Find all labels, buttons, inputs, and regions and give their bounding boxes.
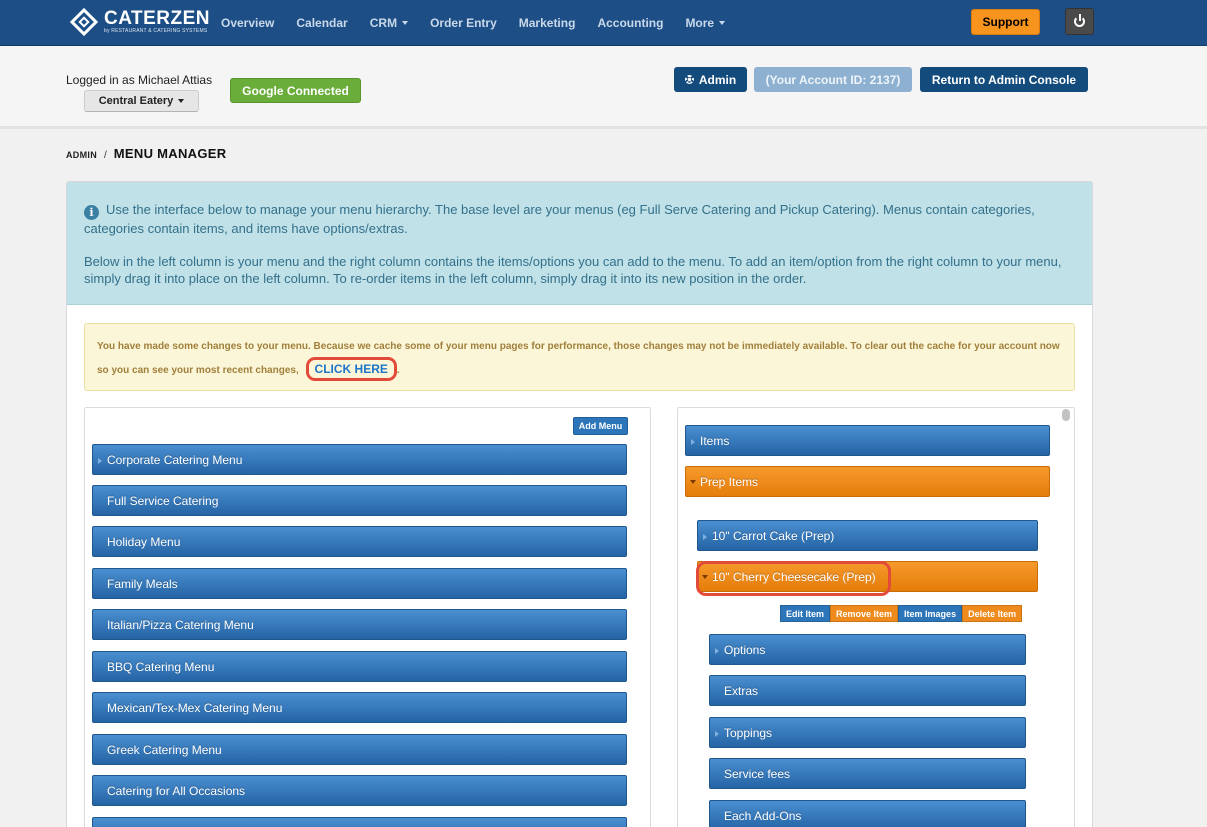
highlight-annotation: [696, 561, 891, 596]
menu-item[interactable]: Full Service Catering: [92, 485, 627, 516]
item-action-toolbar: Edit Item Remove Item Item Images Delete…: [780, 605, 1023, 622]
caret-down-icon: [402, 20, 409, 25]
expand-arrow-icon: [715, 648, 719, 654]
nav-overview[interactable]: Overview: [210, 16, 285, 30]
prep-item-carrot-cake[interactable]: 10" Carrot Cake (Prep): [697, 520, 1038, 551]
nav-order-entry[interactable]: Order Entry: [419, 16, 508, 30]
expand-arrow-icon: [98, 458, 102, 464]
cache-warning: You have made some changes to your menu.…: [84, 323, 1075, 391]
admin-button[interactable]: Admin: [674, 67, 747, 92]
sub-group-extras[interactable]: Extras: [709, 675, 1026, 706]
menu-item[interactable]: Holiday Menu: [92, 526, 627, 557]
menu-item[interactable]: Family Meals: [92, 568, 627, 599]
breadcrumb: ADMIN / MENU MANAGER: [66, 146, 226, 161]
remove-item-button[interactable]: Remove Item: [830, 605, 899, 622]
nav-marketing[interactable]: Marketing: [508, 16, 587, 30]
support-button[interactable]: Support: [971, 9, 1040, 35]
caterzen-logo[interactable]: CATERZEN by RESTAURANT & CATERING SYSTEM…: [69, 7, 211, 37]
items-library-column: Items Prep Items 10" Carrot Cake (Prep) …: [677, 407, 1075, 827]
logged-in-text: Logged in as Michael Attias: [66, 73, 213, 87]
edit-item-button[interactable]: Edit Item: [780, 605, 831, 622]
menu-item[interactable]: Italian/Pizza Catering Menu: [92, 609, 627, 640]
sub-group-toppings[interactable]: Toppings: [709, 717, 1026, 748]
logout-button[interactable]: [1065, 8, 1094, 35]
google-connected-button[interactable]: Google Connected: [230, 78, 361, 103]
account-header: Logged in as Michael Attias Central Eate…: [0, 46, 1207, 129]
nav-crm[interactable]: CRM: [359, 16, 419, 30]
items-scrollbar[interactable]: [1060, 407, 1072, 827]
menu-item[interactable]: Greek Catering Menu: [92, 734, 627, 765]
item-images-button[interactable]: Item Images: [898, 605, 963, 622]
info-icon: i: [84, 205, 99, 220]
logo-name: CATERZEN: [104, 8, 211, 29]
expand-arrow-icon: [715, 731, 719, 737]
nav-more[interactable]: More: [674, 16, 736, 30]
sub-group-options[interactable]: Options: [709, 634, 1026, 665]
caret-down-icon: [178, 99, 185, 103]
add-menu-button[interactable]: Add Menu: [573, 417, 628, 435]
sub-group-each-add-ons[interactable]: Each Add-Ons: [709, 800, 1026, 827]
menu-item[interactable]: Corporate Catering Menu: [92, 444, 627, 475]
items-group[interactable]: Items: [685, 425, 1050, 456]
cache-warning-text: You have made some changes to your menu.…: [97, 341, 1060, 376]
expand-arrow-icon: [703, 534, 707, 540]
menu-item[interactable]: Mexican/Tex-Mex Catering Menu: [92, 692, 627, 723]
sub-group-service-fees[interactable]: Service fees: [709, 758, 1026, 789]
gear-icon: [684, 75, 694, 84]
clear-cache-link[interactable]: CLICK HERE: [305, 357, 397, 381]
main-nav: Overview Calendar CRM Order Entry Market…: [210, 0, 736, 45]
page-title: MENU MANAGER: [113, 146, 227, 161]
expand-arrow-icon: [691, 439, 695, 445]
logo-subtitle: by RESTAURANT & CATERING SYSTEMS: [104, 28, 208, 34]
caret-down-icon: [719, 20, 726, 25]
menu-item[interactable]: [92, 817, 627, 827]
menu-item[interactable]: BBQ Catering Menu: [92, 651, 627, 682]
collapse-arrow-icon: [690, 480, 696, 484]
info-paragraph-2: Below in the left column is your menu an…: [84, 254, 1062, 286]
breadcrumb-separator: /: [104, 150, 107, 161]
menu-manager-panel: i Use the interface below to manage your …: [66, 181, 1093, 827]
scroll-thumb[interactable]: [1062, 409, 1070, 421]
menu-item[interactable]: Catering for All Occasions: [92, 775, 627, 806]
top-navbar: CATERZEN by RESTAURANT & CATERING SYSTEM…: [0, 0, 1207, 46]
logo-diamond-icon: [69, 7, 99, 37]
info-paragraph-1: Use the interface below to manage your m…: [84, 202, 1035, 236]
prep-items-group[interactable]: Prep Items: [685, 466, 1050, 497]
nav-accounting[interactable]: Accounting: [586, 16, 674, 30]
location-dropdown[interactable]: Central Eatery: [84, 90, 199, 112]
menu-tree-column: Add Menu Corporate Catering Menu Full Se…: [84, 407, 651, 827]
delete-item-button[interactable]: Delete Item: [962, 605, 1023, 622]
breadcrumb-admin-link[interactable]: ADMIN: [66, 150, 97, 160]
info-alert: i Use the interface below to manage your …: [67, 182, 1092, 305]
power-icon: [1074, 14, 1085, 27]
nav-calendar[interactable]: Calendar: [285, 16, 358, 30]
return-admin-console-button[interactable]: Return to Admin Console: [920, 67, 1088, 92]
account-id-badge: (Your Account ID: 2137): [754, 67, 912, 92]
